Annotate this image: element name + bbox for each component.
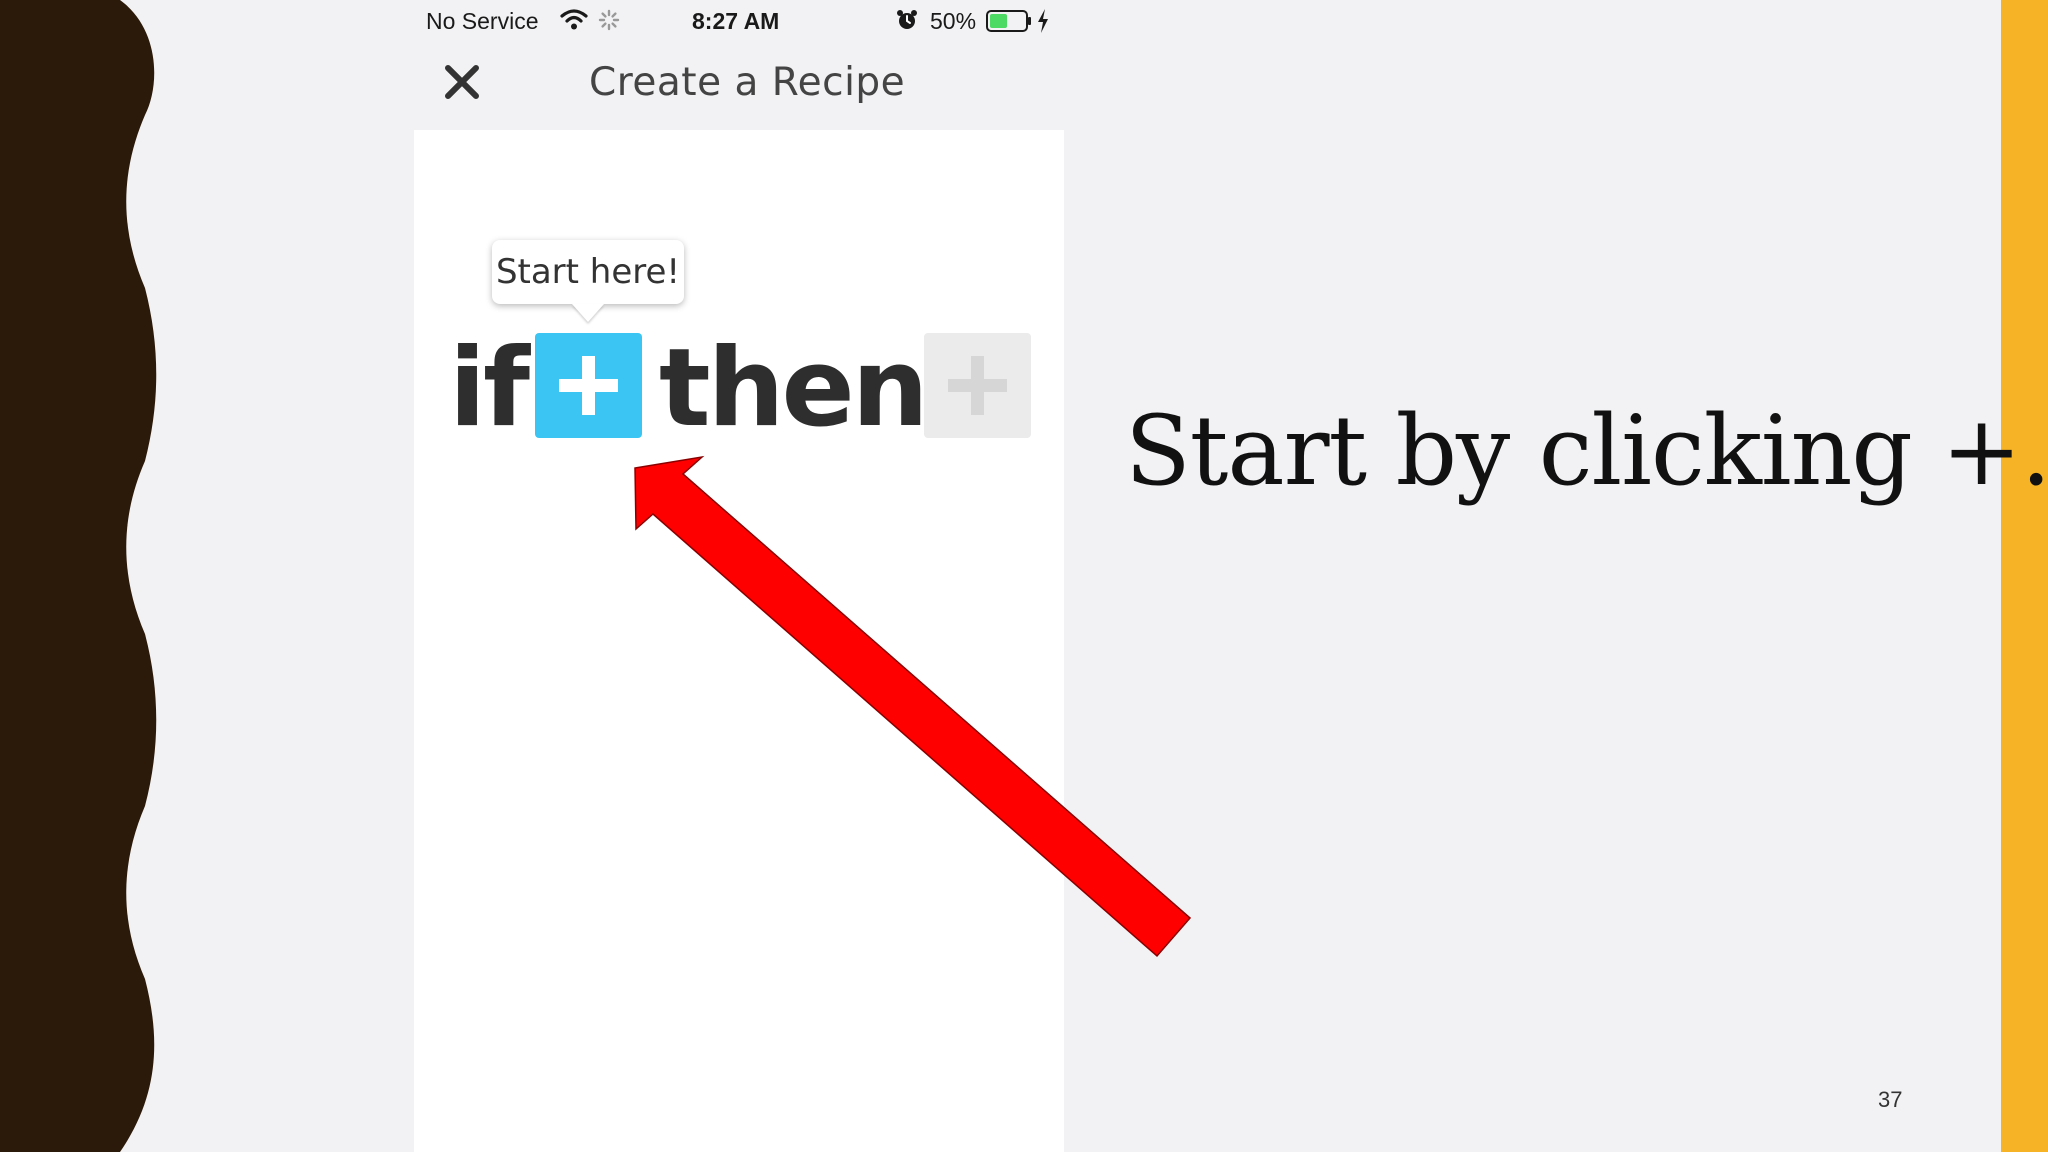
recipe-editor: Start here! if then — [414, 130, 1064, 1152]
action-plus-button — [924, 333, 1031, 438]
close-button[interactable] — [442, 62, 482, 102]
plus-icon — [559, 356, 618, 415]
navigation-bar: Create a Recipe — [414, 42, 1064, 130]
battery-icon — [986, 10, 1031, 32]
close-icon — [445, 65, 479, 99]
trigger-plus-button[interactable] — [535, 333, 642, 438]
battery-percent-label: 50% — [930, 8, 977, 34]
plus-icon — [948, 356, 1007, 415]
slide: No Service 8:27 AM 50% Create a Recipe S… — [0, 0, 2048, 1152]
phone-screenshot: No Service 8:27 AM 50% Create a Recipe S… — [414, 0, 1064, 1152]
accent-stripe — [2001, 0, 2048, 1152]
clock-label: 8:27 AM — [692, 8, 780, 34]
nav-title: Create a Recipe — [589, 60, 906, 105]
carrier-label: No Service — [426, 8, 539, 34]
status-bar: No Service 8:27 AM 50% — [414, 0, 1064, 42]
start-here-tooltip: Start here! — [492, 240, 684, 322]
if-label: if — [449, 326, 530, 451]
tooltip-tail — [572, 304, 604, 322]
tooltip-text: Start here! — [495, 252, 681, 292]
then-label: then — [659, 326, 929, 451]
slide-caption: Start by clicking +. — [1125, 395, 2048, 507]
loading-spinner-icon — [598, 9, 620, 31]
wifi-icon — [560, 9, 588, 30]
alarm-icon — [897, 10, 917, 29]
wavy-left-border — [0, 0, 157, 1152]
page-number: 37 — [1878, 1087, 1903, 1112]
charging-bolt-icon — [1038, 9, 1048, 33]
